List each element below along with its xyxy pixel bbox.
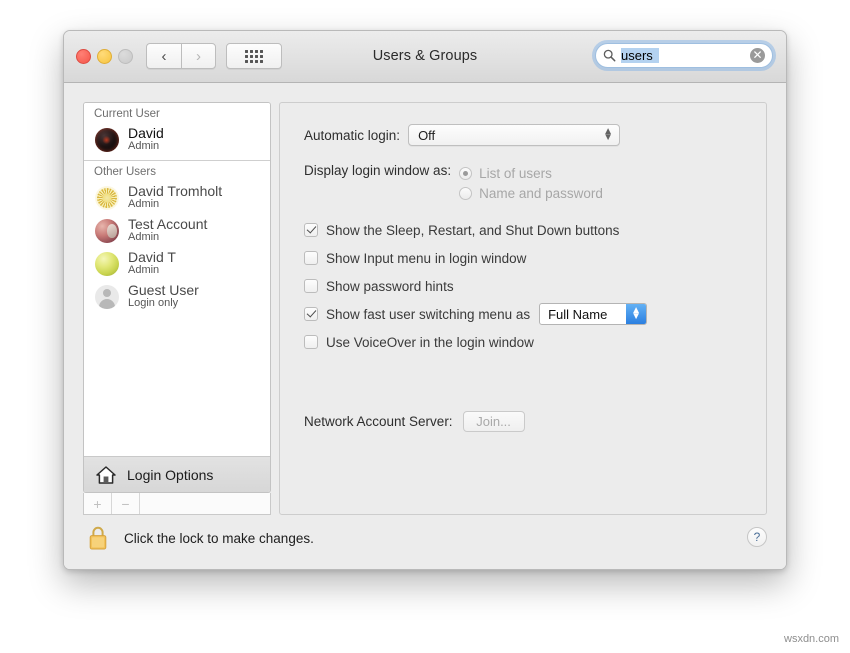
user-role: Admin <box>128 265 176 277</box>
checkbox-icon[interactable] <box>304 335 318 349</box>
watermark: wsxdn.com <box>784 633 839 645</box>
checkbox-icon[interactable] <box>304 279 318 293</box>
checkbox-row-sleep-restart-shutdown[interactable]: Show the Sleep, Restart, and Shut Down b… <box>304 216 647 244</box>
user-role: Admin <box>128 141 164 153</box>
other-users-header: Other Users <box>84 161 270 181</box>
checkbox-label: Show password hints <box>326 279 454 294</box>
search-icon <box>603 49 616 62</box>
checkbox-row-input-menu[interactable]: Show Input menu in login window <box>304 244 647 272</box>
pink-abstract-avatar <box>95 219 119 243</box>
users-sidebar: Current User David Admin Other Users Dav… <box>83 102 271 493</box>
checkbox-row-fast-user-switching[interactable]: Show fast user switching menu as Full Na… <box>304 300 647 328</box>
gray-person-avatar <box>95 285 119 309</box>
automatic-login-label: Automatic login: <box>304 128 400 143</box>
sidebar-item-login-options[interactable]: Login Options <box>84 456 270 492</box>
checkbox-label: Show Input menu in login window <box>326 251 526 266</box>
current-user-section: Current User David Admin <box>84 103 270 161</box>
join-button[interactable]: Join... <box>463 411 525 432</box>
help-button[interactable]: ? <box>747 527 767 547</box>
preferences-window: ‹ › Users & Groups ✕ Current <box>63 30 787 570</box>
login-options-checkbox-list: Show the Sleep, Restart, and Shut Down b… <box>304 216 647 356</box>
other-users-section: Other Users David Tromholt Admin Test Ac… <box>84 161 270 456</box>
user-text: Test Account Admin <box>128 217 207 243</box>
window-footer: Click the lock to make changes. ? <box>64 515 786 570</box>
checkbox-icon[interactable] <box>304 251 318 265</box>
login-options-detail-pane: Automatic login: Off ▲▼ Display login wi… <box>279 102 767 515</box>
fast-user-switching-value: Full Name <box>540 307 607 322</box>
lock-closed-icon[interactable] <box>87 525 109 551</box>
checkbox-row-voiceover[interactable]: Use VoiceOver in the login window <box>304 328 647 356</box>
user-role: Admin <box>128 199 222 211</box>
automatic-login-select[interactable]: Off ▲▼ <box>408 124 620 146</box>
user-name: Test Account <box>128 217 207 232</box>
checkbox-checked-icon[interactable] <box>304 223 318 237</box>
list-item[interactable]: Guest User Login only <box>84 280 270 313</box>
network-account-server-row: Network Account Server: Join... <box>304 411 525 432</box>
radio-label: Name and password <box>479 186 603 201</box>
network-account-server-label: Network Account Server: <box>304 414 453 429</box>
current-user-header: Current User <box>84 103 270 123</box>
clear-search-icon[interactable]: ✕ <box>750 48 765 63</box>
user-text: David Admin <box>128 126 164 152</box>
search-input[interactable] <box>616 46 743 65</box>
checkbox-label: Show fast user switching menu as <box>326 307 530 322</box>
automatic-login-row: Automatic login: Off ▲▼ <box>304 124 620 146</box>
add-remove-toolbar: + − <box>83 493 271 515</box>
display-login-window-label: Display login window as: <box>304 163 451 178</box>
user-text: David T Admin <box>128 250 176 276</box>
yellow-green-ball-avatar <box>95 252 119 276</box>
chevron-updown-icon[interactable]: ▲▼ <box>626 304 646 324</box>
user-name: Guest User <box>128 283 199 298</box>
user-role: Admin <box>128 232 207 244</box>
lock-status-text: Click the lock to make changes. <box>124 531 314 546</box>
fast-user-switching-select[interactable]: Full Name ▲▼ <box>539 303 647 325</box>
search-field[interactable]: ✕ <box>595 43 773 68</box>
list-item[interactable]: David T Admin <box>84 247 270 280</box>
window-body: Current User David Admin Other Users Dav… <box>64 83 786 570</box>
display-login-window-radio-group: List of users Name and password <box>459 163 603 203</box>
dark-red-orb-avatar <box>95 128 119 152</box>
yellow-flower-avatar <box>95 186 119 210</box>
user-text: David Tromholt Admin <box>128 184 222 210</box>
checkbox-checked-icon[interactable] <box>304 307 318 321</box>
checkbox-row-password-hints[interactable]: Show password hints <box>304 272 647 300</box>
user-name: David <box>128 126 164 141</box>
radio-option-list-of-users[interactable]: List of users <box>459 163 603 183</box>
radio-button-selected-icon[interactable] <box>459 167 472 180</box>
list-item-current-user[interactable]: David Admin <box>84 123 270 156</box>
add-user-button[interactable]: + <box>84 493 112 514</box>
list-item[interactable]: Test Account Admin <box>84 214 270 247</box>
window-titlebar: ‹ › Users & Groups ✕ <box>64 31 786 83</box>
sidebar-item-label: Login Options <box>127 467 213 483</box>
list-item[interactable]: David Tromholt Admin <box>84 181 270 214</box>
user-role: Login only <box>128 298 199 310</box>
radio-button-icon[interactable] <box>459 187 472 200</box>
automatic-login-value: Off <box>409 128 435 143</box>
radio-label: List of users <box>479 166 552 181</box>
user-name: David Tromholt <box>128 184 222 199</box>
user-text: Guest User Login only <box>128 283 199 309</box>
user-name: David T <box>128 250 176 265</box>
checkbox-label: Show the Sleep, Restart, and Shut Down b… <box>326 223 619 238</box>
chevron-updown-icon: ▲▼ <box>603 129 613 141</box>
house-icon <box>95 465 117 485</box>
checkbox-label: Use VoiceOver in the login window <box>326 335 534 350</box>
radio-option-name-and-password[interactable]: Name and password <box>459 183 603 203</box>
display-login-window-row: Display login window as: List of users N… <box>304 163 603 203</box>
remove-user-button[interactable]: − <box>112 493 140 514</box>
